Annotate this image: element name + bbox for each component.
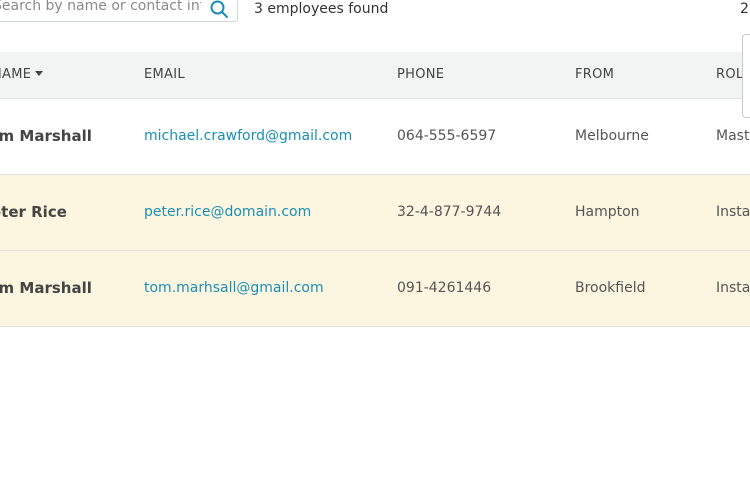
employee-phone: 064-555-6597: [397, 128, 497, 144]
search-icon[interactable]: [209, 0, 229, 19]
column-header-phone[interactable]: PHONE: [397, 52, 444, 98]
page-indicator: 2: [740, 1, 749, 17]
table-row[interactable]: Tom Marshall tom.marhsall@gmail.com 091-…: [0, 251, 750, 327]
results-count: 3 employees found: [254, 1, 389, 17]
caret-down-icon: [35, 71, 44, 76]
employee-table: NAME EMAIL PHONE FROM ROLE Tom Marshall …: [0, 52, 750, 327]
email-link[interactable]: michael.crawford@gmail.com: [144, 128, 352, 144]
employee-phone: 32-4-877-9744: [397, 204, 502, 220]
search-input[interactable]: [0, 0, 201, 21]
table-header: NAME EMAIL PHONE FROM ROLE: [0, 52, 750, 99]
column-header-email[interactable]: EMAIL: [144, 52, 185, 98]
side-panel-tab[interactable]: [742, 34, 750, 118]
employee-from: Brookfield: [575, 280, 646, 296]
column-header-name[interactable]: NAME: [0, 52, 44, 98]
employee-list-page: 3 employees found 2 NAME EMAIL PHONE FRO…: [0, 0, 750, 500]
employee-name[interactable]: Tom Marshall: [0, 251, 92, 326]
employee-from: Hampton: [575, 204, 640, 220]
email-link[interactable]: peter.rice@domain.com: [144, 204, 311, 220]
email-link[interactable]: tom.marhsall@gmail.com: [144, 280, 324, 296]
employee-name[interactable]: Peter Rice: [0, 175, 67, 250]
employee-name[interactable]: Tom Marshall: [0, 99, 92, 174]
employee-email: peter.rice@domain.com: [144, 175, 311, 250]
employee-role: Installer: [716, 204, 750, 220]
search-box: [0, 0, 238, 22]
column-header-from[interactable]: FROM: [575, 52, 614, 98]
employee-from: Melbourne: [575, 128, 649, 144]
employee-role: Installer: [716, 280, 750, 296]
employee-phone: 091-4261446: [397, 280, 492, 296]
table-row[interactable]: Tom Marshall michael.crawford@gmail.com …: [0, 99, 750, 175]
employee-email: tom.marhsall@gmail.com: [144, 251, 324, 326]
table-row[interactable]: Peter Rice peter.rice@domain.com 32-4-87…: [0, 175, 750, 251]
employee-email: michael.crawford@gmail.com: [144, 99, 352, 174]
column-header-name-label: NAME: [0, 67, 32, 82]
